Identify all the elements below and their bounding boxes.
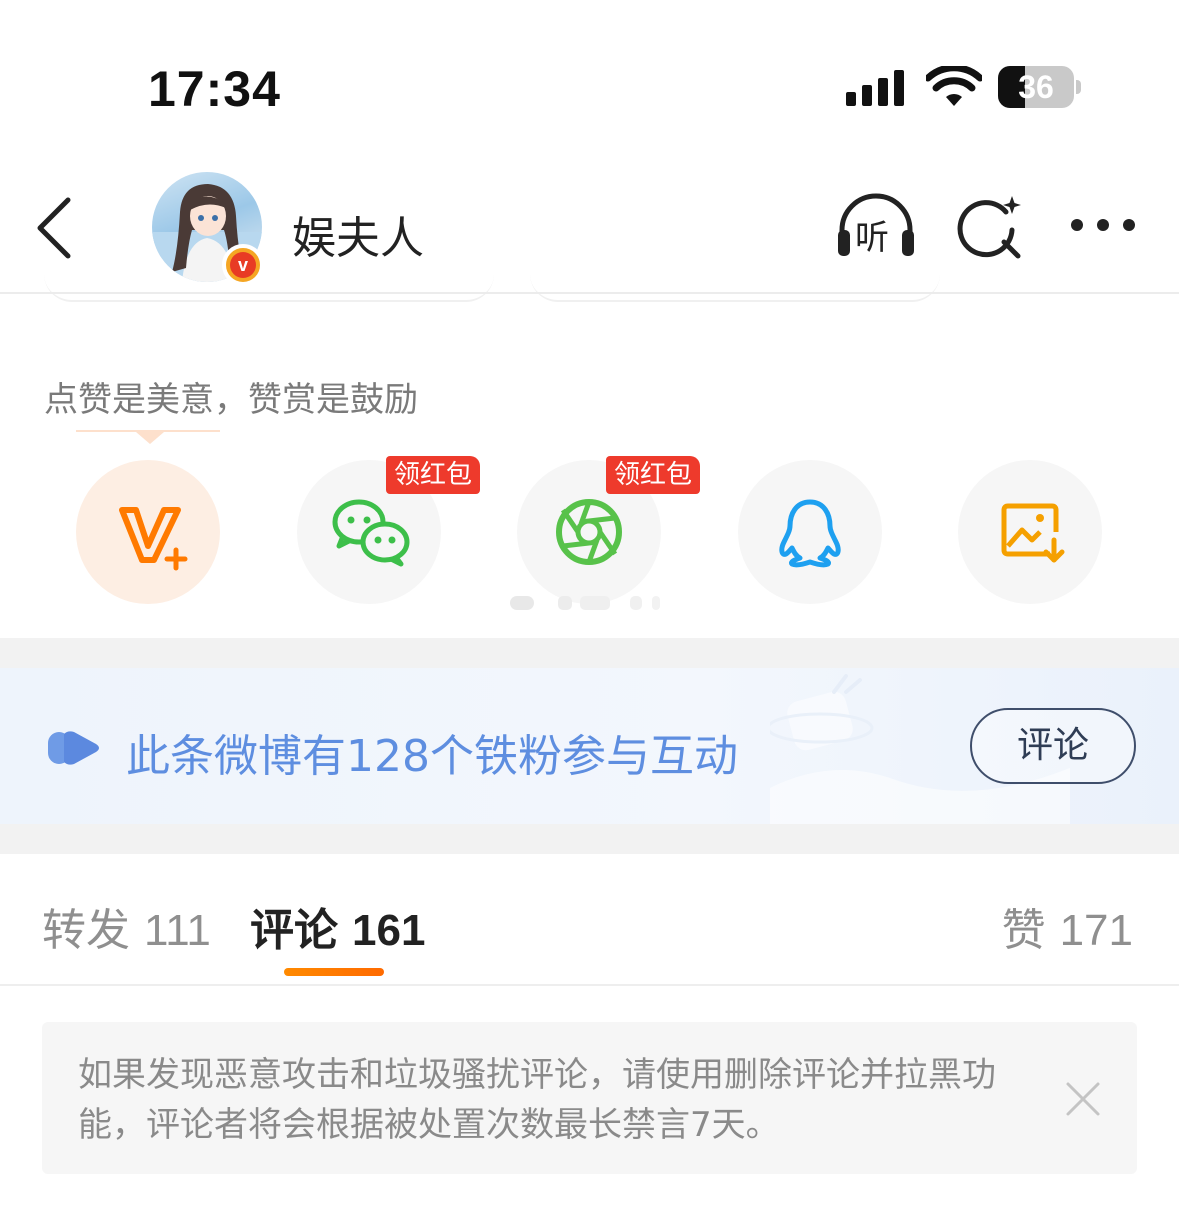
v-plus-icon xyxy=(119,507,188,571)
active-tab-indicator xyxy=(284,968,384,976)
reward-pointer xyxy=(136,432,164,444)
section-separator xyxy=(0,638,1179,668)
page-title[interactable]: 娱夫人 xyxy=(292,202,424,266)
save-image-icon xyxy=(1001,503,1065,563)
ai-search-icon[interactable] xyxy=(956,192,1026,262)
scroll-indicator xyxy=(510,596,660,610)
status-time: 17:34 xyxy=(148,61,281,117)
divider xyxy=(0,984,1179,986)
tab-comment-label: 评论 xyxy=(250,905,338,956)
notice-text: 如果发现恶意攻击和垃圾骚扰评论，请使用删除评论并拉黑功能，评论者将会根据被处置次… xyxy=(78,1055,996,1145)
comment-notice: 如果发现恶意攻击和垃圾骚扰评论，请使用删除评论并拉黑功能，评论者将会根据被处置次… xyxy=(42,1022,1137,1174)
weibo-post-detail-screen: 17:34 36 v 娱夫人 听 点赞是美意，赞赏是鼓励 领红包 领红包 此条微… xyxy=(0,0,1179,1205)
battery-icon: 36 xyxy=(998,66,1082,110)
action-button-peek xyxy=(44,270,494,302)
divider xyxy=(0,292,1179,294)
red-packet-badge: 领红包 xyxy=(386,456,481,494)
wifi-icon xyxy=(926,66,982,106)
v-plus-button[interactable] xyxy=(76,460,220,604)
listen-label: 听 xyxy=(855,218,889,258)
tab-like[interactable]: 赞 171 xyxy=(1002,894,1133,958)
tab-repost-label: 转发 xyxy=(42,905,130,956)
more-icon[interactable] xyxy=(1068,212,1138,238)
battery-percentage: 36 xyxy=(1018,69,1054,105)
tab-repost-count: 111 xyxy=(144,906,211,955)
tab-like-count: 171 xyxy=(1059,906,1133,955)
section-separator xyxy=(0,824,1179,854)
signal-icon xyxy=(846,70,904,106)
back-icon[interactable] xyxy=(32,196,76,260)
tab-like-label: 赞 xyxy=(1001,905,1046,956)
tab-comment-count: 161 xyxy=(352,906,426,955)
close-icon[interactable] xyxy=(1064,1080,1102,1118)
tab-repost[interactable]: 转发 111 xyxy=(42,894,211,958)
fans-icon xyxy=(48,731,99,765)
fans-comment-button[interactable]: 评论 xyxy=(970,708,1136,784)
qq-icon xyxy=(779,499,841,568)
tab-comment[interactable]: 评论 161 xyxy=(250,894,425,958)
fans-interaction-text: 此条微博有128个铁粉参与互动 xyxy=(126,731,738,782)
share-qq-button[interactable] xyxy=(738,460,882,604)
action-button-peek xyxy=(530,270,940,302)
save-image-button[interactable] xyxy=(958,460,1102,604)
reward-title: 点赞是美意，赞赏是鼓励 xyxy=(44,380,418,420)
fans-interaction-banner: 此条微博有128个铁粉参与互动 评论 xyxy=(0,668,1179,824)
red-packet-badge: 领红包 xyxy=(606,456,701,494)
